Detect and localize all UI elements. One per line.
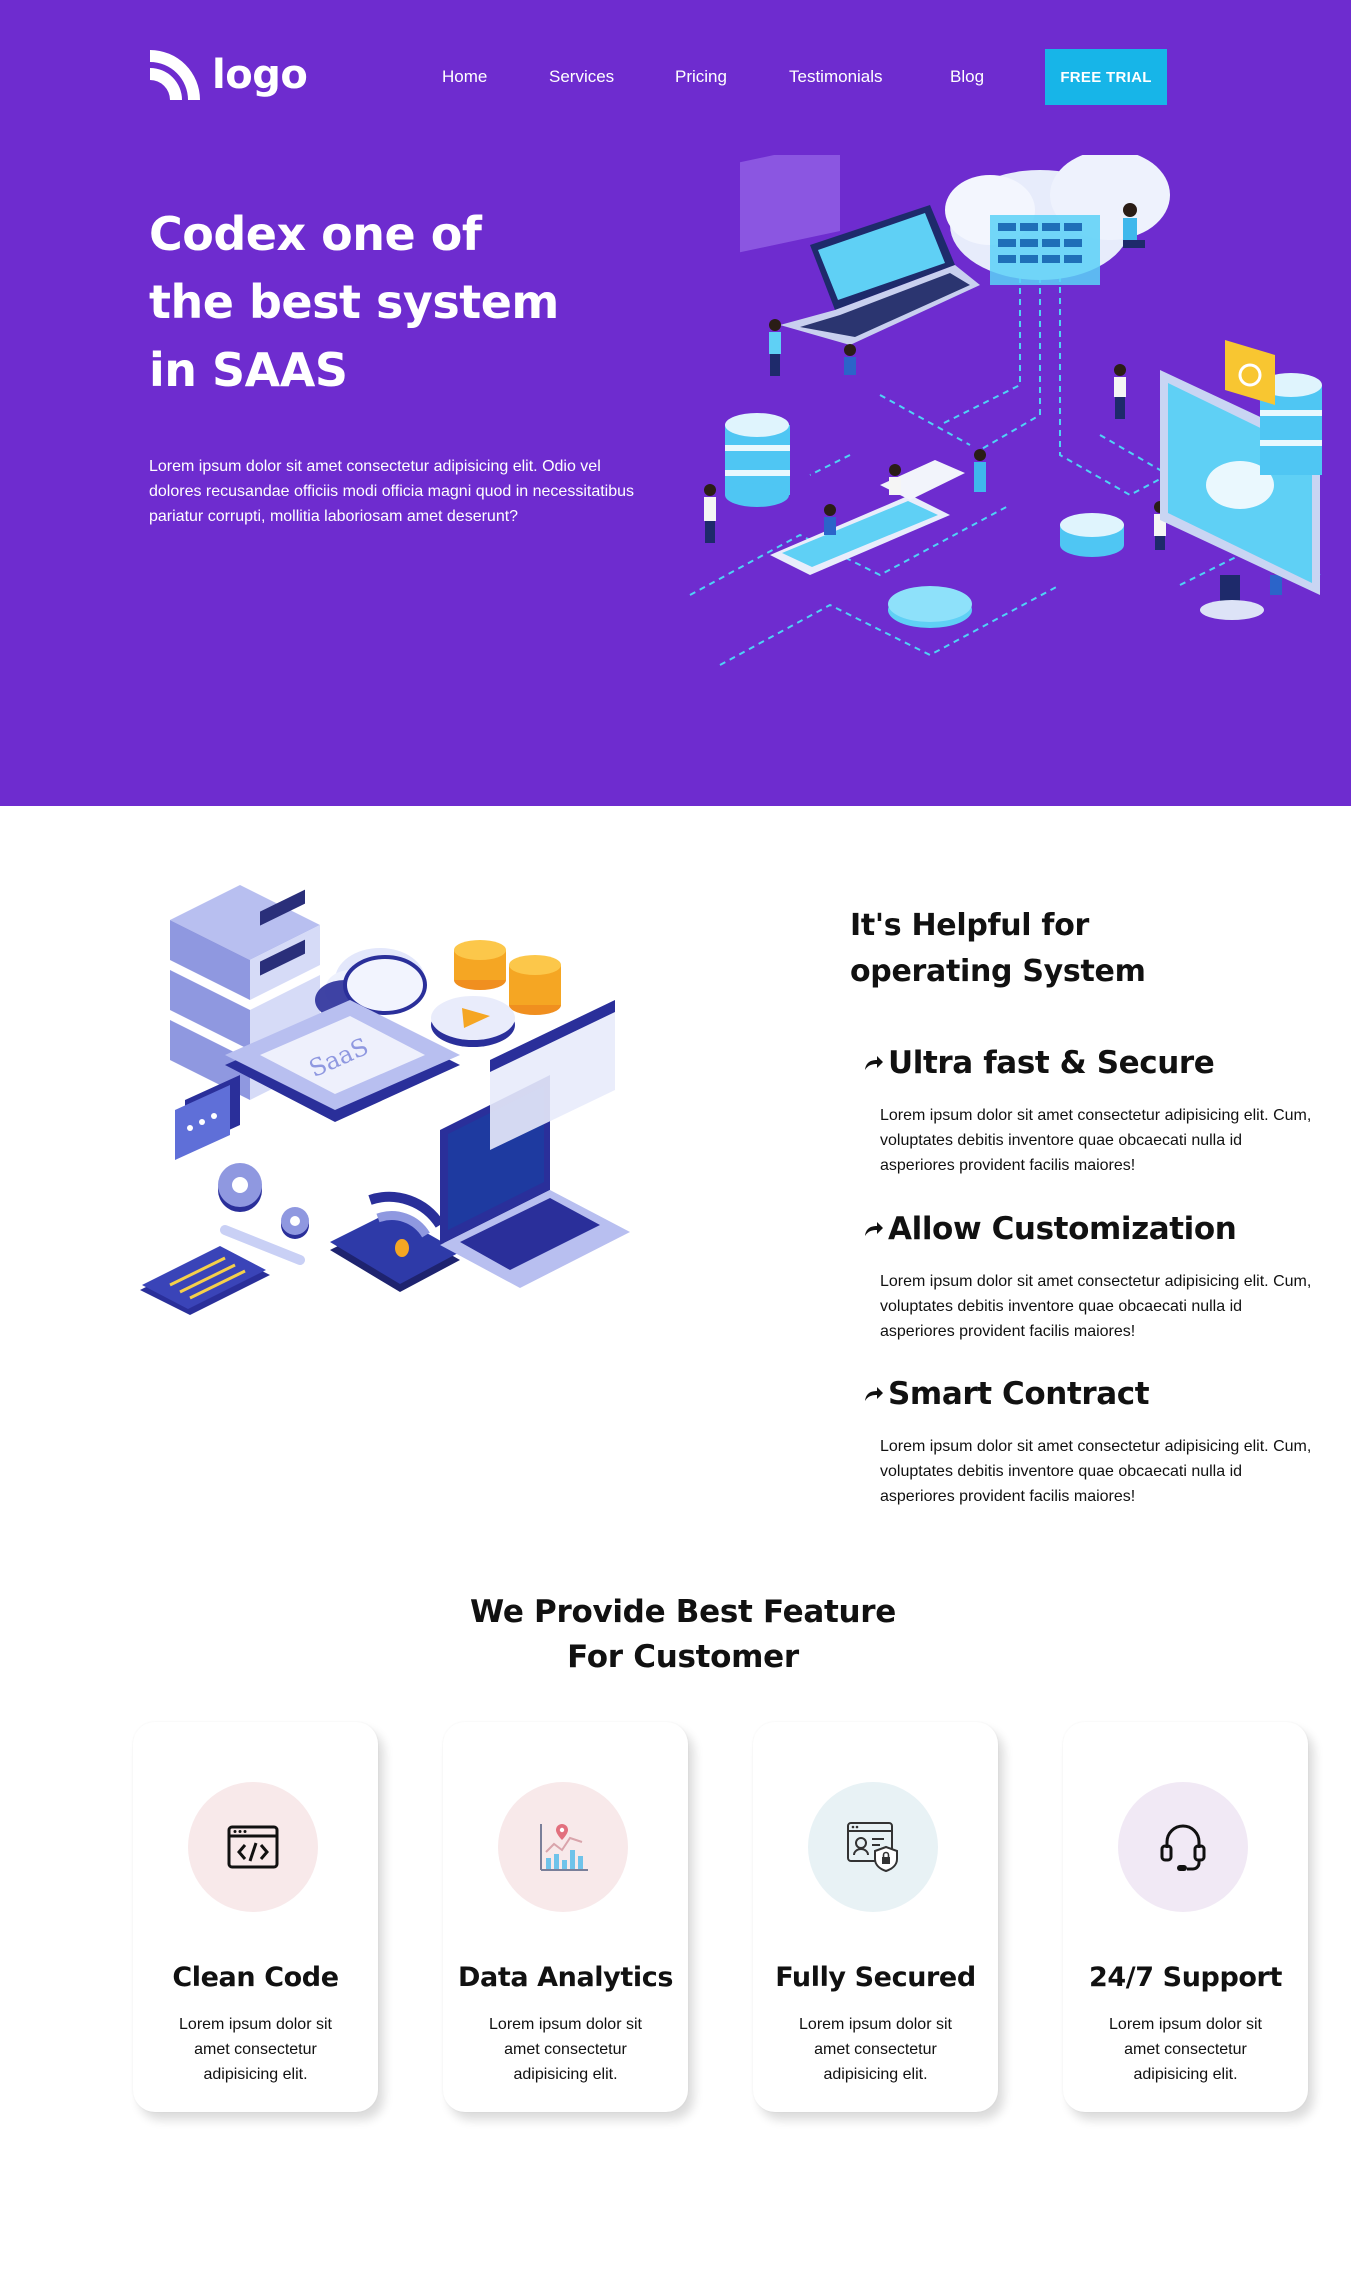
feature-heading: Allow Customization (862, 1211, 1322, 1247)
card-icon-circle (808, 1782, 938, 1912)
feature-heading: Smart Contract (862, 1376, 1322, 1412)
card-text: Lorem ipsum dolor sit amet consectetur a… (489, 2016, 642, 2083)
logo[interactable]: logo (148, 48, 308, 102)
hero-section: logo Home Services Pricing Testimonials … (0, 0, 1351, 806)
curved-arrow-icon (865, 1387, 883, 1401)
nav-home[interactable]: Home (442, 67, 487, 87)
helpful-title-line: operating System (850, 954, 1146, 989)
feature-item: Ultra fast & Secure Lorem ipsum dolor si… (862, 1045, 1322, 1178)
card-title: 24/7 Support (1089, 1962, 1282, 1993)
feature-card-fully-secured: Fully Secured Lorem ipsum dolor sit amet… (753, 1722, 998, 2112)
feature-description: Lorem ipsum dolor sit amet consectetur a… (880, 1438, 1312, 1505)
hero-description: Lorem ipsum dolor sit amet consectetur a… (149, 458, 635, 525)
nav-blog[interactable]: Blog (950, 67, 984, 87)
card-text: Lorem ipsum dolor sit amet consectetur a… (1109, 2016, 1262, 2083)
features-section-title: We Provide Best Feature For Customer (0, 1590, 1351, 1680)
feature-description: Lorem ipsum dolor sit amet consectetur a… (880, 1273, 1312, 1340)
curved-arrow-icon (865, 1056, 883, 1070)
feature-title: Allow Customization (888, 1211, 1237, 1247)
feature-heading: Ultra fast & Secure (862, 1045, 1322, 1081)
feature-title: Smart Contract (888, 1376, 1150, 1412)
headset-icon (1160, 1824, 1206, 1871)
features-title-line: We Provide Best Feature (470, 1594, 896, 1630)
free-trial-button[interactable]: FREE TRIAL (1045, 49, 1167, 105)
card-text: Lorem ipsum dolor sit amet consectetur a… (799, 2016, 952, 2083)
helpful-title: It's Helpful for operating System (850, 903, 1290, 995)
card-icon-circle (1118, 1782, 1248, 1912)
card-title: Fully Secured (775, 1962, 976, 1993)
helpful-title-line: It's Helpful for (850, 908, 1089, 943)
features-title-line: For Customer (567, 1639, 799, 1675)
code-window-icon (227, 1825, 279, 1869)
hero-title: Codex one of the best system in SAAS (149, 200, 609, 404)
feature-card-data-analytics: Data Analytics Lorem ipsum dolor sit ame… (443, 1722, 688, 2112)
logo-mark-icon (150, 50, 200, 100)
hero-title-line: the best system (149, 275, 559, 329)
hero-title-line: in SAAS (149, 343, 348, 397)
card-title: Clean Code (172, 1962, 339, 1993)
nav-pricing[interactable]: Pricing (675, 67, 727, 87)
card-icon-circle (188, 1782, 318, 1912)
card-icon-circle (498, 1782, 628, 1912)
analytics-chart-icon (540, 1824, 588, 1871)
saas-illustration: SaaS (140, 885, 630, 1315)
feature-title: Ultra fast & Secure (888, 1045, 1215, 1081)
logo-text: logo (212, 52, 308, 98)
feature-item: Allow Customization Lorem ipsum dolor si… (862, 1211, 1322, 1344)
card-title: Data Analytics (458, 1962, 673, 1993)
security-shield-icon (847, 1822, 898, 1873)
feature-item: Smart Contract Lorem ipsum dolor sit ame… (862, 1376, 1322, 1509)
nav-testimonials[interactable]: Testimonials (789, 67, 883, 87)
nav-services[interactable]: Services (549, 67, 614, 87)
feature-card-support: 24/7 Support Lorem ipsum dolor sit amet … (1063, 1722, 1308, 2112)
cloud-network-illustration (689, 155, 1322, 666)
feature-card-clean-code: Clean Code Lorem ipsum dolor sit amet co… (133, 1722, 378, 2112)
curved-arrow-icon (865, 1222, 883, 1236)
feature-description: Lorem ipsum dolor sit amet consectetur a… (880, 1107, 1312, 1174)
card-text: Lorem ipsum dolor sit amet consectetur a… (179, 2016, 332, 2083)
hero-title-line: Codex one of (149, 207, 482, 261)
